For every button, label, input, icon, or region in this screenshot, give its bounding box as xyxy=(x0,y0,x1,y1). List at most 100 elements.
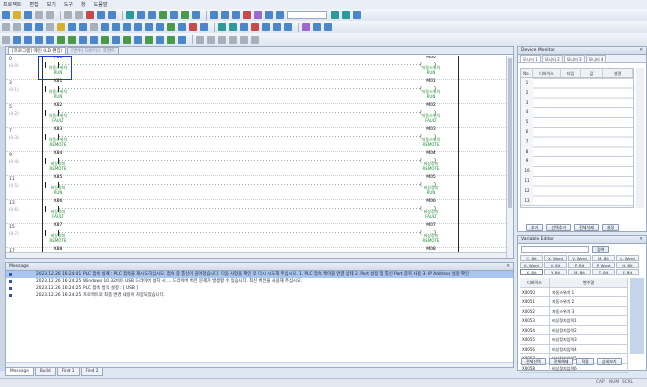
set-coil-icon[interactable] xyxy=(35,23,43,31)
table-row[interactable]: X0054 비상정지입력2 xyxy=(520,325,628,335)
counter-icon[interactable] xyxy=(90,35,98,44)
nop-icon[interactable] xyxy=(178,35,186,44)
grid-row[interactable]: 10 xyxy=(521,166,633,176)
program-icon[interactable] xyxy=(178,23,186,31)
contact-nc-icon[interactable] xyxy=(13,23,21,31)
highlight-icon[interactable] xyxy=(302,23,310,31)
monitor-tab[interactable]: 모니터 3 xyxy=(563,55,585,62)
inverse-coil-icon[interactable] xyxy=(68,35,76,44)
monitor-button[interactable]: 선택추가 xyxy=(546,224,572,231)
comment-icon[interactable] xyxy=(101,23,109,31)
list-icon[interactable] xyxy=(218,23,226,31)
trace-icon[interactable] xyxy=(240,35,248,44)
run-icon[interactable] xyxy=(167,23,175,31)
variable-icon[interactable] xyxy=(156,23,164,31)
force-icon[interactable] xyxy=(229,35,237,44)
arrange-icon[interactable] xyxy=(284,23,292,31)
name-cell[interactable]: 비상정지입력1 xyxy=(550,316,628,325)
ladder-rung[interactable]: 9 (0-4) X84 비상정지 REMOTE M04() 비상정지 REMOTE xyxy=(6,151,506,176)
grid-row[interactable]: 6 xyxy=(521,126,633,137)
close-icon[interactable]: ✕ xyxy=(506,263,510,271)
contact-no-icon[interactable] xyxy=(2,23,10,31)
monitor-icon[interactable] xyxy=(170,11,178,19)
message-row[interactable]: 2023.12.26 16:24:41 PLC 접속 실패 : PLC 접속을 재… xyxy=(6,271,513,278)
table-row[interactable]: X0052 자동스위치 3 xyxy=(520,306,628,316)
tab-device-comment[interactable]: [변수] 디바이스 코멘트 xyxy=(67,47,120,54)
tab-ladder-program[interactable]: [프로그램] 메인 (LD 편집) xyxy=(8,47,67,54)
menu-item[interactable]: 프로젝트 xyxy=(3,1,21,8)
grid-row[interactable]: 4 xyxy=(521,107,633,118)
fit-icon[interactable] xyxy=(353,11,361,19)
grid-row[interactable]: 5 xyxy=(521,117,633,127)
table-row[interactable]: X0050 자동스위치 1 xyxy=(520,287,628,297)
insert-contact-icon[interactable] xyxy=(13,35,21,44)
device-type-tab[interactable]: X. Bit xyxy=(520,269,543,275)
name-cell[interactable]: 비상정지입력3 xyxy=(550,335,628,344)
paste-icon[interactable] xyxy=(108,11,116,19)
device-type-tab[interactable]: X. Word xyxy=(544,255,567,261)
step-icon[interactable] xyxy=(123,23,131,31)
grid-row[interactable]: 12 xyxy=(521,185,633,196)
open-folder-icon[interactable] xyxy=(13,11,21,19)
function-block-icon[interactable] xyxy=(57,23,65,31)
line-icon[interactable] xyxy=(68,23,76,31)
cascade-icon[interactable] xyxy=(262,23,270,31)
close-window-icon[interactable] xyxy=(251,23,259,31)
search-button[interactable]: 검색 xyxy=(592,245,610,253)
vertical-scrollbar[interactable] xyxy=(506,56,513,258)
output-tab[interactable]: Message xyxy=(5,368,34,376)
cut-icon[interactable] xyxy=(86,11,94,19)
settings-icon[interactable] xyxy=(265,11,273,19)
upload-icon[interactable] xyxy=(232,11,240,19)
zoom-select[interactable] xyxy=(287,11,327,19)
new-file-icon[interactable] xyxy=(2,11,10,19)
grid-scrollbar[interactable] xyxy=(636,68,644,208)
device-type-tab[interactable]: L. Word xyxy=(616,255,639,261)
grid-row[interactable]: 11 xyxy=(521,175,633,186)
device-type-tab[interactable]: T. Bit xyxy=(592,269,615,275)
label-icon[interactable] xyxy=(112,23,120,31)
message-row[interactable]: 2023.12.26 16:24:25 Windows 10 32비트 USB 드… xyxy=(6,278,513,285)
memory-icon[interactable] xyxy=(240,23,248,31)
device-type-tab[interactable]: C. Bit xyxy=(520,255,543,261)
variable-button[interactable]: 전체선택 xyxy=(521,358,546,365)
device-type-tab[interactable]: V. Word xyxy=(568,255,591,261)
grid-row[interactable]: 2 xyxy=(521,87,633,98)
grid-row[interactable]: 3 xyxy=(521,97,633,108)
compare-icon[interactable] xyxy=(101,35,109,44)
ladder-rung[interactable]: 5 (0-2) X82 자동스위치 FAULT M02() 자동스위치 FAULT xyxy=(6,103,506,128)
find-icon[interactable] xyxy=(126,11,134,19)
jump-icon[interactable] xyxy=(134,35,142,44)
name-cell[interactable]: 자동스위치 1 xyxy=(550,287,628,296)
table-row[interactable]: X0055 비상정지입력3 xyxy=(520,335,628,345)
zoom-in-icon[interactable] xyxy=(331,11,339,19)
table-row[interactable]: X0056 비상정지입력4 xyxy=(520,344,628,354)
insert-rung-icon[interactable] xyxy=(2,35,10,44)
device-type-tab[interactable]: H. Bit xyxy=(616,262,639,268)
variable-scrollbar[interactable] xyxy=(630,278,644,354)
device-icon[interactable] xyxy=(145,23,153,31)
device-type-tab[interactable]: V. Bit xyxy=(544,262,567,268)
ladder-rung[interactable]: 0 (0-0) P80 자동스위치 RUN M00() 자동스위치 RUN xyxy=(6,56,506,80)
insert-nc-icon[interactable] xyxy=(24,35,32,44)
ladder-rung[interactable]: 13 (0-6) X86 비상정지 FAULT M06() 비상정지 FAULT xyxy=(6,199,506,224)
replace-icon[interactable] xyxy=(137,11,145,19)
message-list[interactable]: 2023.12.26 16:24:41 PLC 접속 실패 : PLC 접속을 재… xyxy=(6,271,513,299)
build-icon[interactable] xyxy=(159,11,167,19)
message-row[interactable]: 2023.12.26 16:24:25 프로젝트의 최종 변경 내용이 저장되었습… xyxy=(6,292,513,299)
zoom-out-icon[interactable] xyxy=(342,11,350,19)
message-row[interactable]: 2023.12.26 16:24:25 PLC 접속 방식 설정 : [ USB … xyxy=(6,285,513,292)
output-tab[interactable]: Find 1 xyxy=(56,368,80,376)
horizontal-scrollbar[interactable] xyxy=(6,252,506,258)
grid-row[interactable]: 1 xyxy=(521,78,633,88)
menu-item[interactable]: 보기 xyxy=(47,1,56,8)
error-check-icon[interactable] xyxy=(189,23,197,31)
name-cell[interactable]: 자동스위치 3 xyxy=(550,306,628,315)
monitor-button[interactable]: 설정 xyxy=(601,224,620,231)
close-icon[interactable]: ✕ xyxy=(639,236,643,244)
name-cell[interactable]: 비상정지입력4 xyxy=(550,344,628,353)
device-type-tab[interactable]: F. Bit xyxy=(616,269,639,275)
preview-icon[interactable] xyxy=(46,11,54,19)
stop-icon[interactable] xyxy=(243,11,251,19)
connect-icon[interactable] xyxy=(210,11,218,19)
